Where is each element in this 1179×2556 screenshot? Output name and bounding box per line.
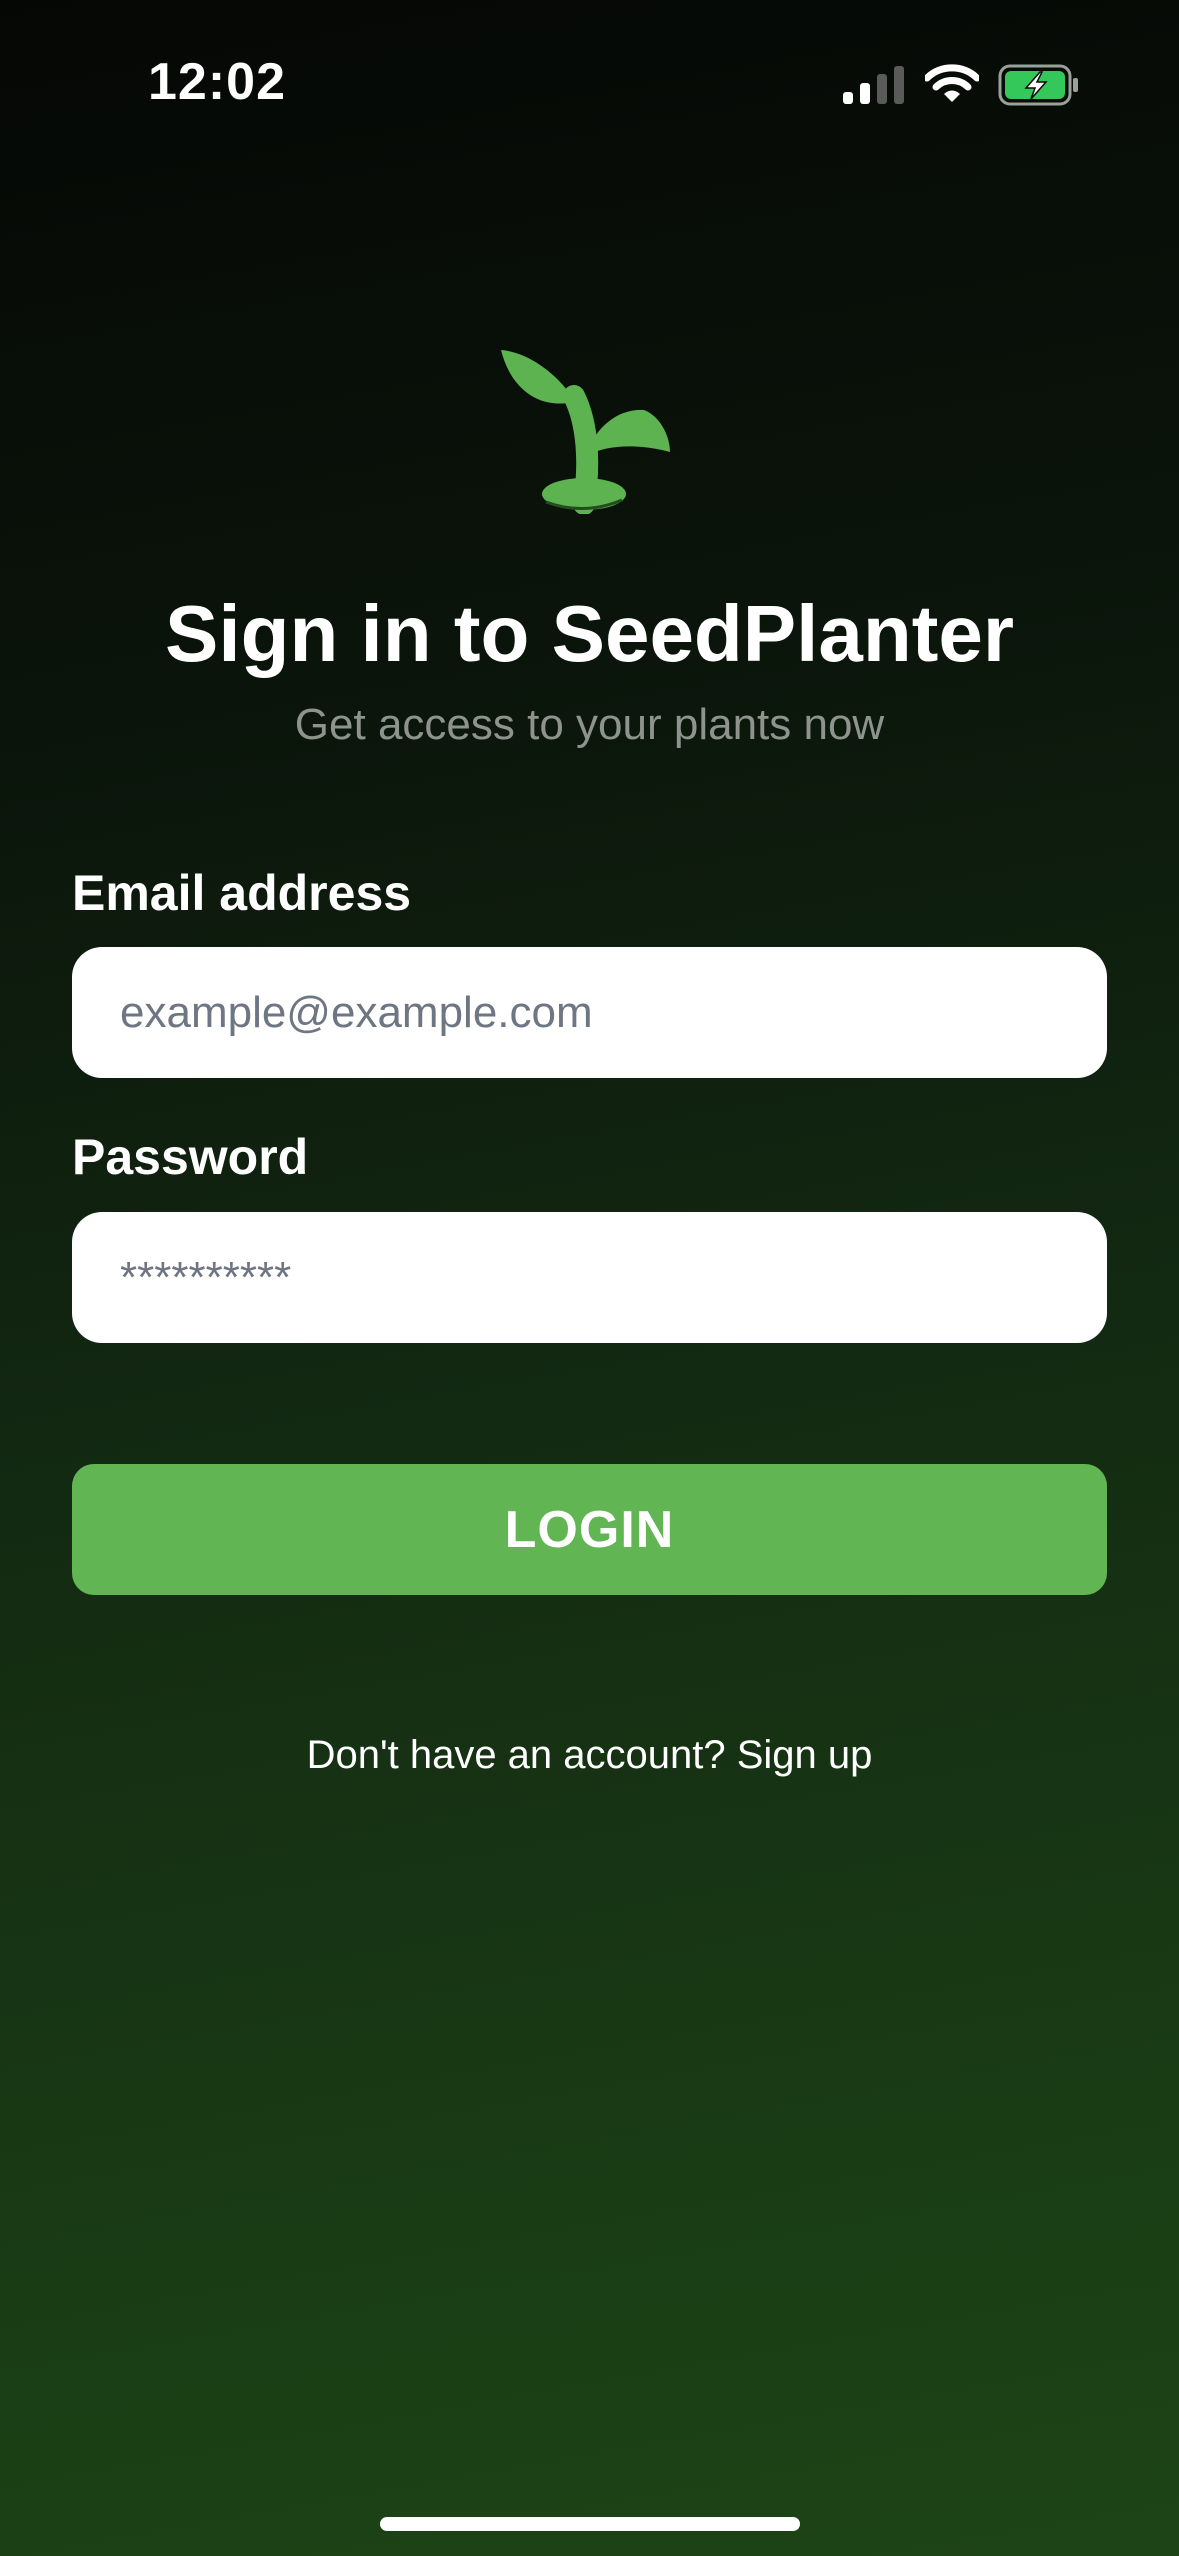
signup-prompt-text: Don't have an account? <box>306 1733 737 1777</box>
password-field[interactable] <box>72 1212 1107 1343</box>
battery-charging-icon <box>998 64 1078 106</box>
status-time: 12:02 <box>148 53 286 111</box>
signup-link[interactable]: Sign up <box>737 1733 873 1777</box>
password-label: Password <box>72 1129 309 1185</box>
page-subtitle: Get access to your plants now <box>294 700 885 749</box>
page-title: Sign in to SeedPlanter <box>164 589 1015 678</box>
login-button[interactable]: LOGIN <box>72 1464 1107 1595</box>
email-label: Email address <box>72 865 412 921</box>
wifi-icon <box>925 64 979 102</box>
status-bar: 12:02 <box>0 0 1179 170</box>
home-indicator[interactable] <box>380 2517 800 2531</box>
email-field[interactable] <box>72 947 1107 1078</box>
sprout-logo-icon <box>501 350 670 514</box>
cellular-signal-icon <box>843 66 904 104</box>
signup-prompt: Don't have an account? Sign up <box>0 1733 1179 1778</box>
